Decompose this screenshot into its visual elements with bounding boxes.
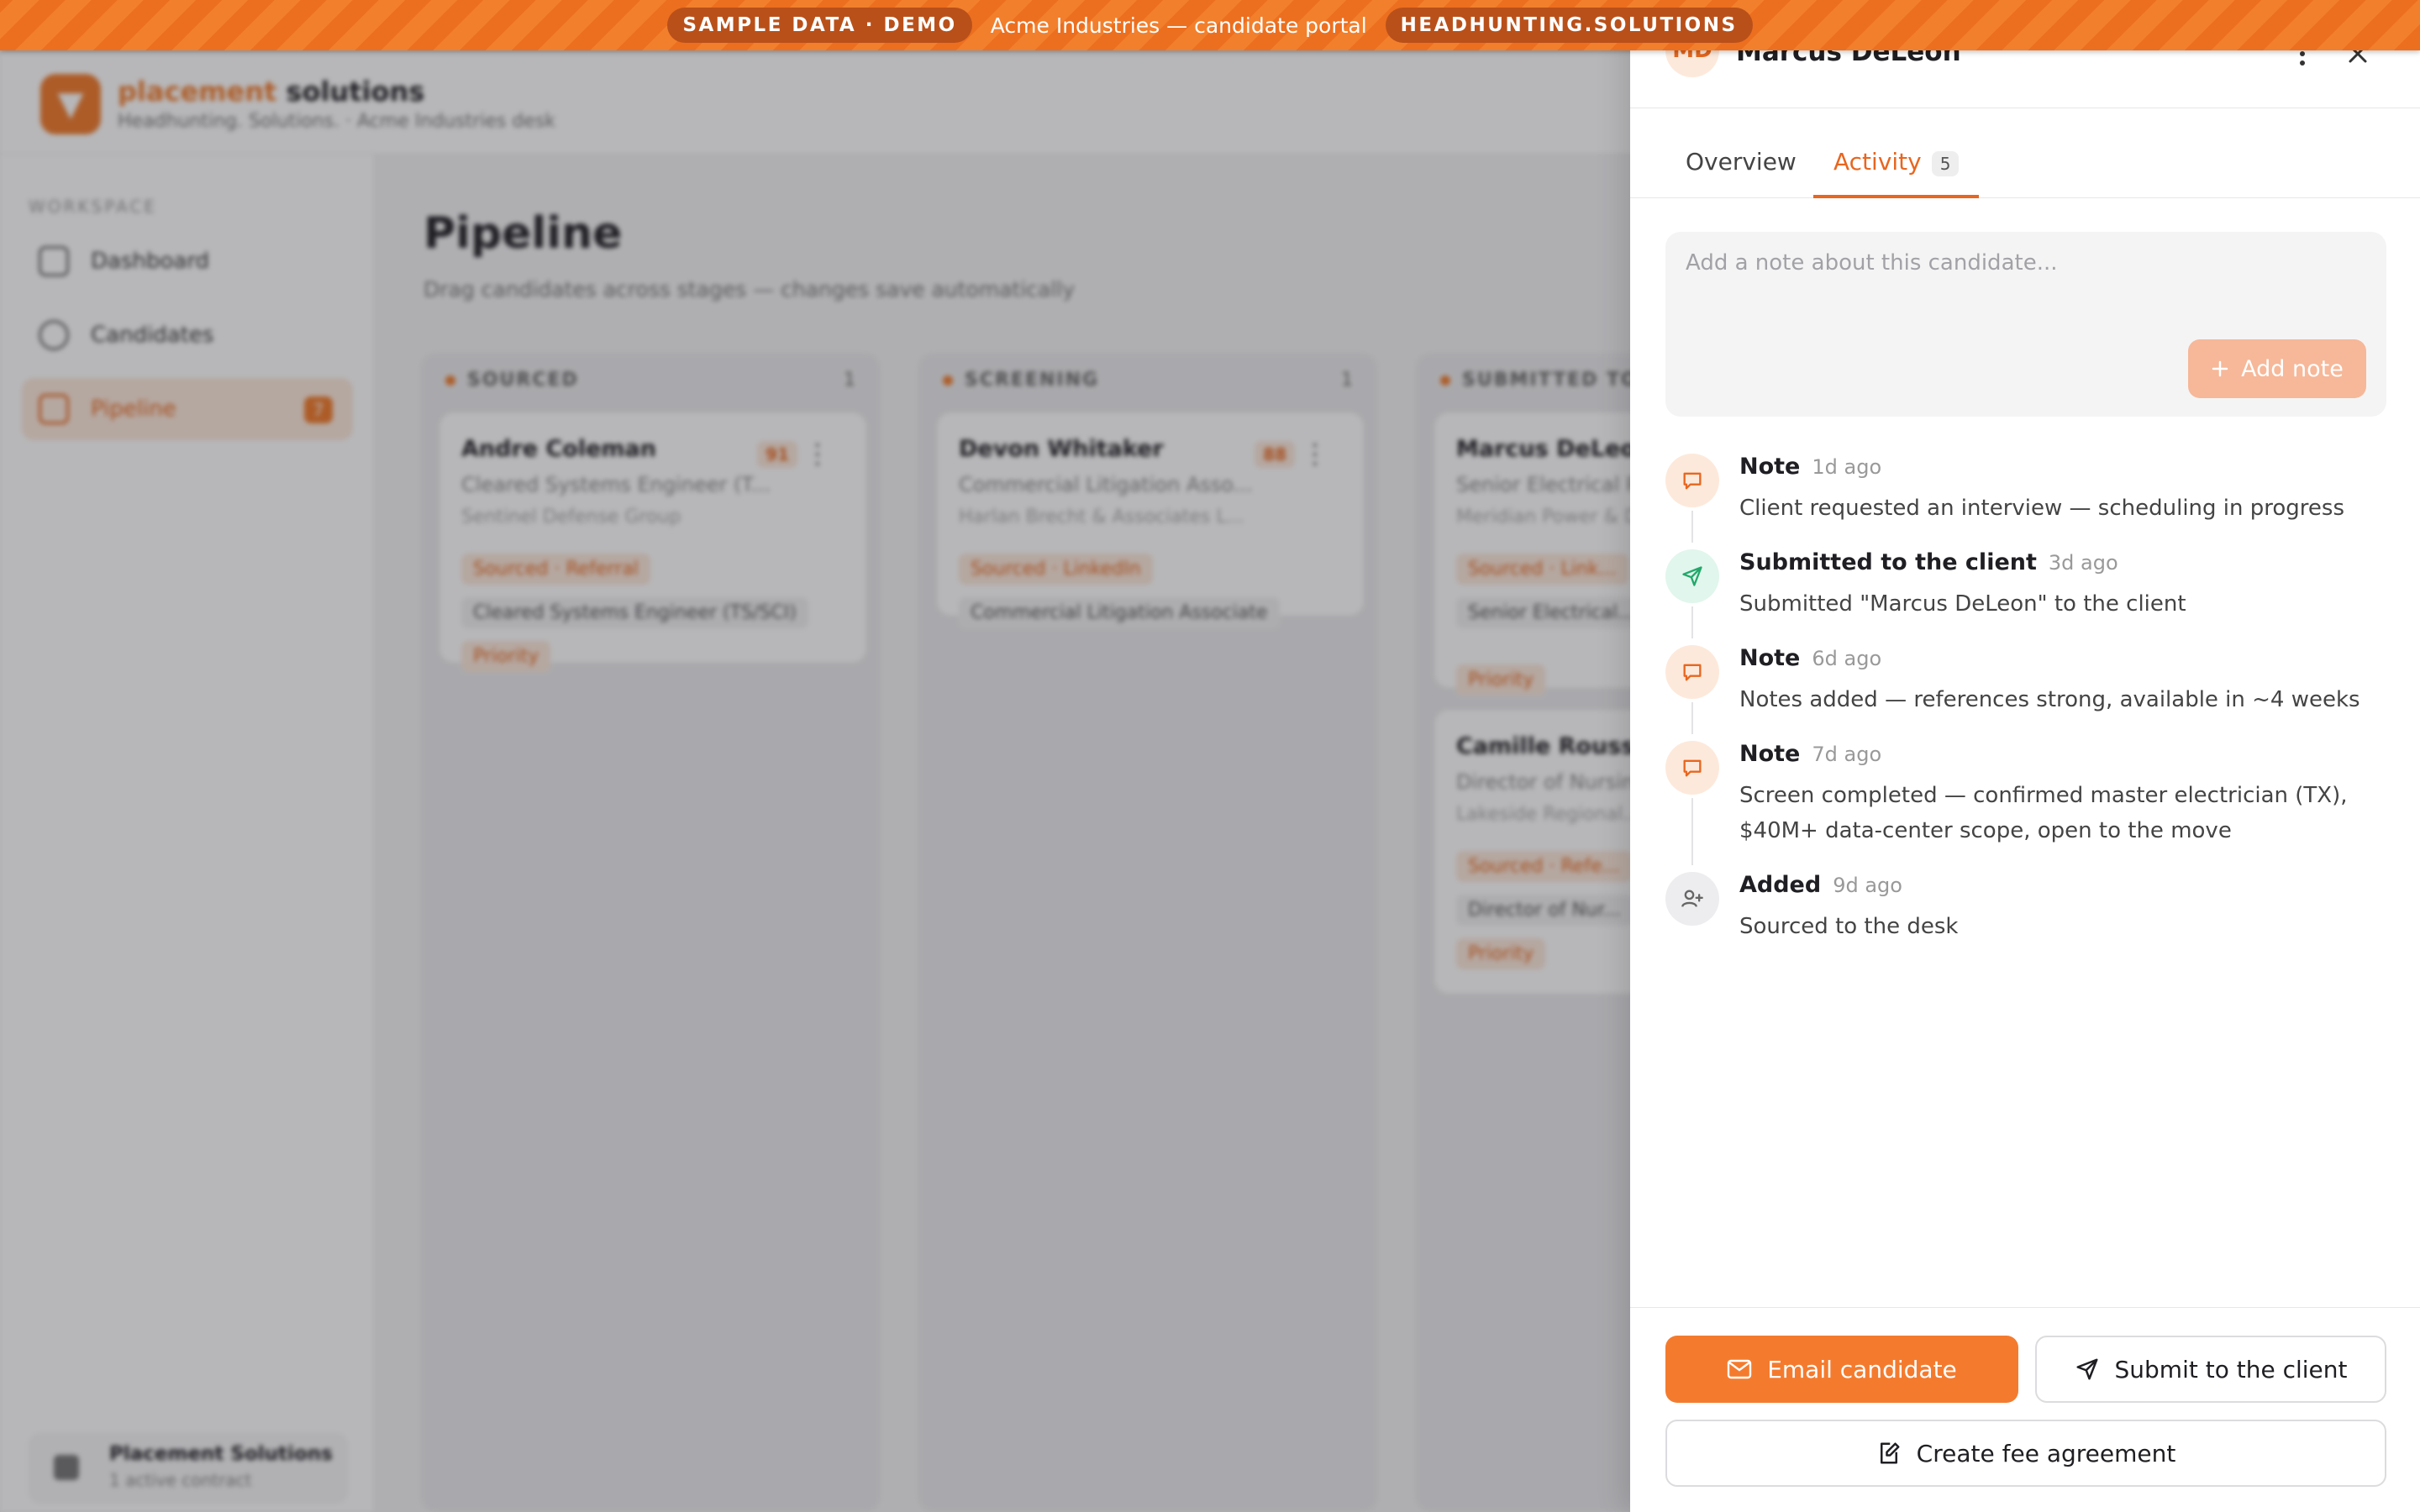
activity-text: Submitted "Marcus DeLeon" to the client [1739, 591, 2186, 617]
drawer-tabs: Overview Activity 5 [1630, 134, 2420, 198]
tab-label: Activity [1833, 148, 1922, 176]
send-icon [2076, 1358, 2097, 1380]
activity-time: 6d ago [1812, 647, 1882, 670]
activity-count-badge: 5 [1931, 151, 1960, 176]
submit-to-client-label: Submit to the client [2114, 1355, 2348, 1383]
chat-icon [1665, 741, 1719, 795]
activity-kind: Note [1739, 454, 1801, 480]
mail-icon [1728, 1359, 1752, 1379]
activity-title: Note 6d ago [1739, 645, 1881, 671]
activity-kind: Added [1739, 872, 1822, 898]
email-candidate-label: Email candidate [1767, 1355, 1957, 1383]
chat-icon [1665, 645, 1719, 699]
footer-divider [1630, 1307, 2420, 1308]
email-candidate-button[interactable]: Email candidate [1665, 1336, 2018, 1403]
activity-kind: Note [1739, 741, 1801, 767]
submit-to-client-button[interactable]: Submit to the client [2035, 1336, 2386, 1403]
activity-title: Note 7d ago [1739, 741, 1881, 767]
sample-data-pill: SAMPLE DATA · DEMO [667, 8, 972, 43]
user-plus-icon [1665, 872, 1719, 926]
activity-time: 9d ago [1833, 874, 1902, 897]
tab-overview[interactable]: Overview [1686, 148, 1797, 198]
tab-label: Overview [1686, 148, 1797, 176]
create-fee-agreement-label: Create fee agreement [1916, 1439, 2176, 1467]
activity-text: Sourced to the desk [1739, 914, 1959, 939]
activity-time: 1d ago [1812, 455, 1882, 479]
timeline-connector [1691, 606, 1693, 638]
chat-icon [1665, 454, 1719, 507]
activity-time: 3d ago [2048, 551, 2118, 575]
note-input[interactable] [1686, 250, 2358, 276]
activity-text: Notes added — references strong, availab… [1739, 687, 2360, 712]
create-fee-agreement-button[interactable]: Create fee agreement [1665, 1420, 2386, 1487]
activity-kind: Note [1739, 645, 1801, 671]
activity-text: Screen completed — confirmed master elec… [1739, 783, 2348, 843]
headhunting-link-pill[interactable]: HEADHUNTING.SOLUTIONS [1385, 8, 1753, 43]
timeline-connector [1691, 702, 1693, 734]
demo-banner: SAMPLE DATA · DEMO Acme Industries — can… [0, 0, 2420, 50]
candidate-drawer: MD Marcus DeLeon Overview Activity 5 Add… [1630, 0, 2420, 1512]
activity-text: Client requested an interview — scheduli… [1739, 496, 2344, 521]
activity-title: Submitted to the client 3d ago [1739, 549, 2118, 575]
activity-title: Note 1d ago [1739, 454, 1881, 480]
send-icon [1665, 549, 1719, 603]
note-composer: Add note [1665, 232, 2386, 417]
portal-title: Acme Industries — candidate portal [990, 13, 1367, 38]
tab-activity[interactable]: Activity 5 [1813, 148, 1980, 198]
activity-kind: Submitted to the client [1739, 549, 2037, 575]
activity-title: Added 9d ago [1739, 872, 1902, 898]
plus-icon [2212, 360, 2228, 377]
document-edit-icon [1880, 1442, 1900, 1464]
activity-time: 7d ago [1812, 743, 1882, 766]
add-note-label: Add note [2241, 355, 2344, 382]
add-note-button[interactable]: Add note [2188, 339, 2366, 398]
timeline-connector [1691, 511, 1693, 543]
timeline-connector [1691, 798, 1693, 865]
